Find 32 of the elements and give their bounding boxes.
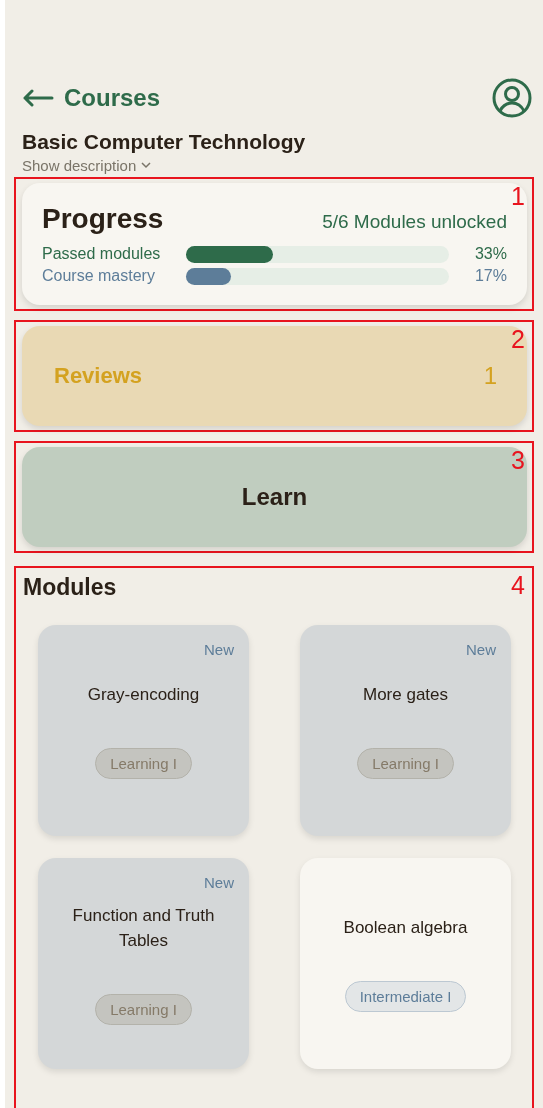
level-tag: Learning I <box>95 747 192 779</box>
annotation-number: 3 <box>511 445 525 475</box>
annotation-number: 1 <box>511 181 525 211</box>
progress-title: Progress <box>42 203 164 235</box>
module-card[interactable]: New Function and Truth Tables Learning I <box>38 858 249 1069</box>
progress-label: Passed modules <box>42 245 162 263</box>
course-title: Basic Computer Technology <box>22 130 307 154</box>
annotation-number: 2 <box>511 324 525 354</box>
new-label: New <box>466 641 496 658</box>
back-link[interactable]: Courses <box>22 84 161 112</box>
chevron-down-icon <box>141 162 152 169</box>
show-description-toggle[interactable]: Show description <box>22 157 152 174</box>
module-title: Function and Truth Tables <box>71 904 216 952</box>
progress-label: Course mastery <box>42 267 156 285</box>
profile-icon[interactable] <box>492 78 532 118</box>
new-label: New <box>204 641 234 658</box>
level-tag: Learning I <box>95 993 192 1025</box>
module-title: Boolean algebra <box>343 917 468 940</box>
module-title: More gates <box>362 684 448 707</box>
back-arrow-icon <box>22 89 54 107</box>
module-title: Gray-encoding <box>87 684 200 707</box>
annotation-number: 4 <box>511 570 525 600</box>
new-label: New <box>204 874 234 891</box>
module-card[interactable]: New Gray-encoding Learning I <box>38 625 249 836</box>
progress-percent: 33% <box>473 245 507 263</box>
modules-unlocked-text: 5/6 Modules unlocked <box>322 211 507 233</box>
module-card[interactable]: Boolean algebra Intermediate I <box>300 858 511 1069</box>
progress-percent: 17% <box>473 267 507 285</box>
modules-heading: Modules <box>23 574 117 601</box>
level-tag: Learning I <box>357 747 454 779</box>
module-card[interactable]: New More gates Learning I <box>300 625 511 836</box>
level-tag: Intermediate I <box>344 980 467 1012</box>
